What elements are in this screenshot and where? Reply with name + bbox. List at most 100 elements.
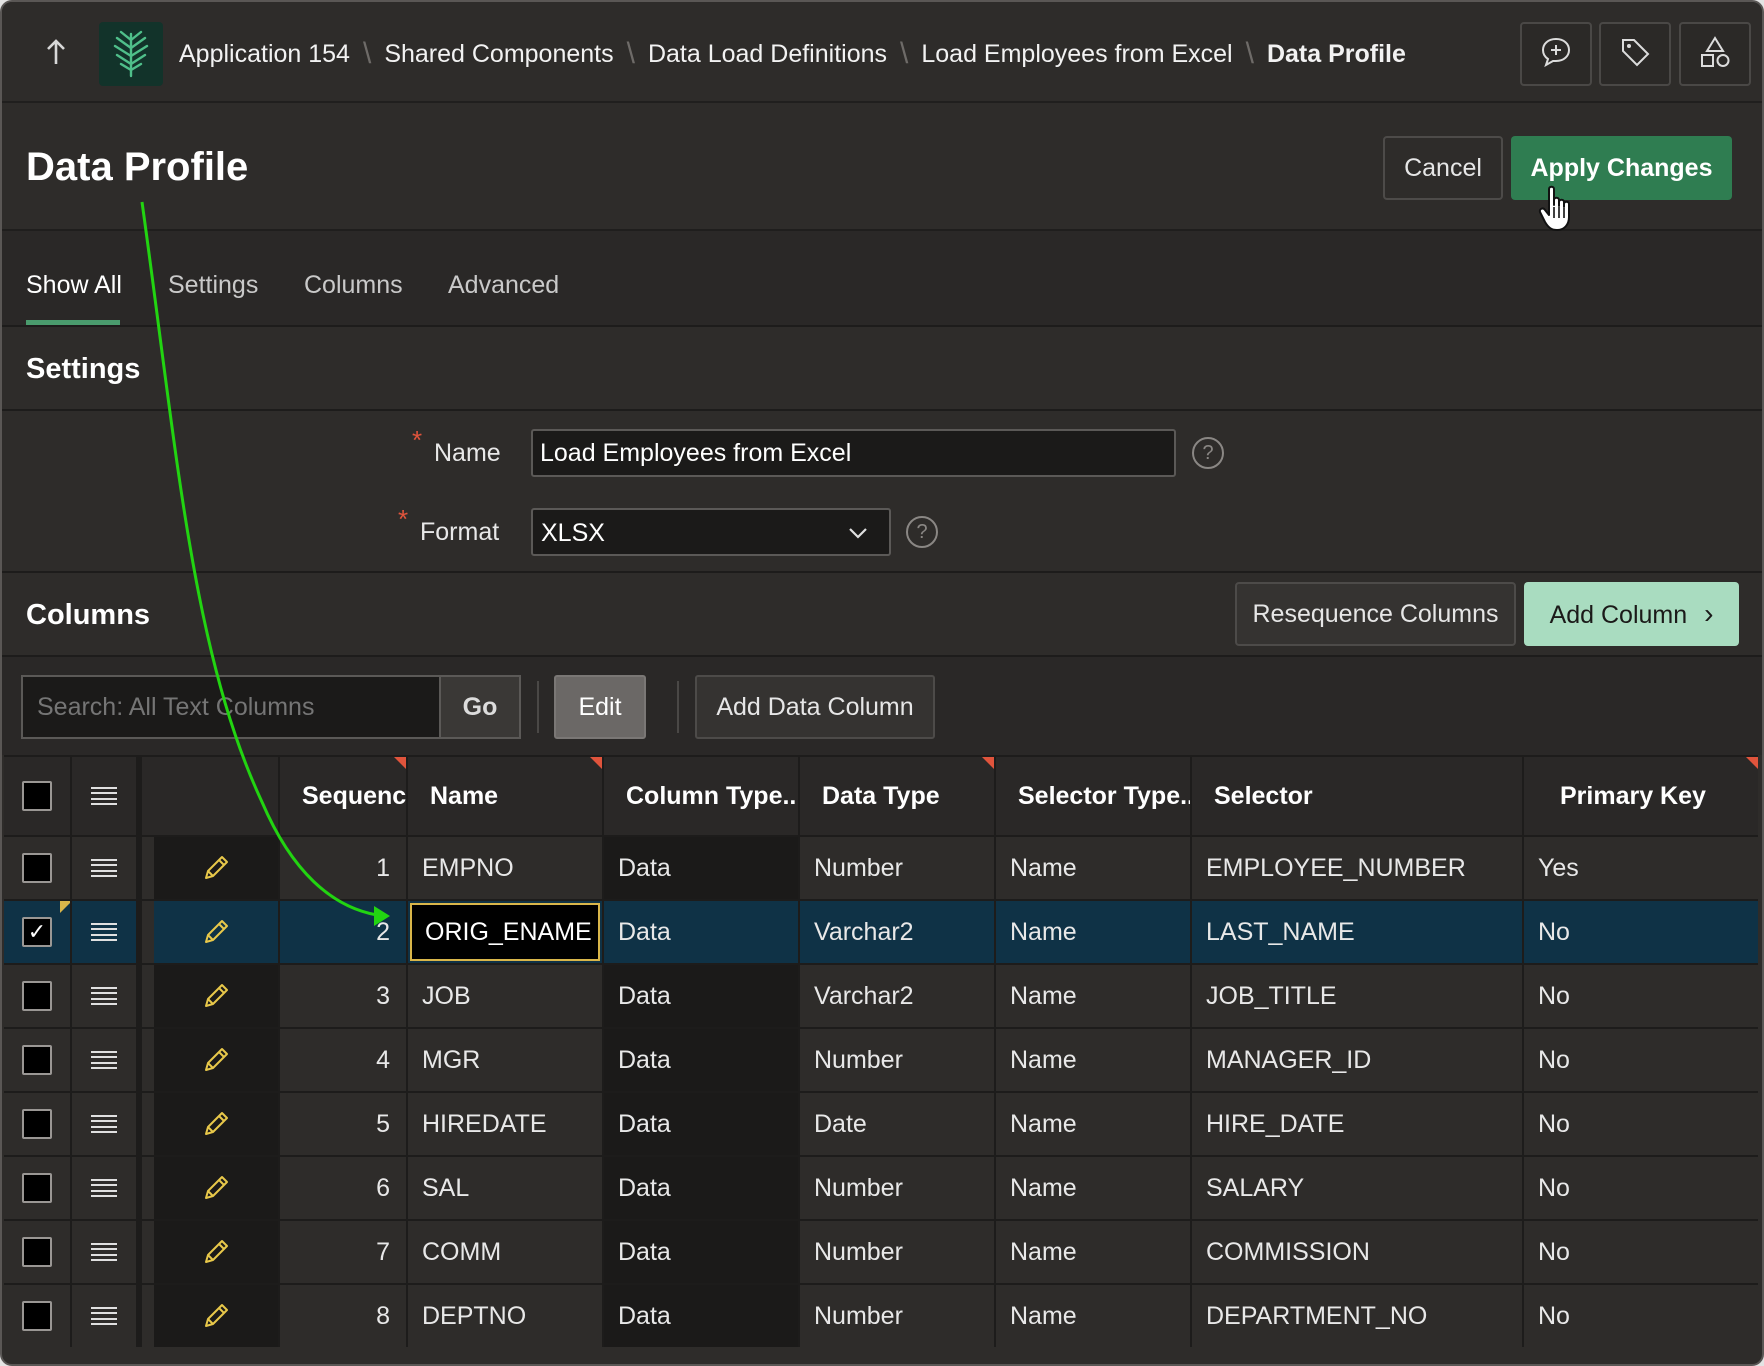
selector-type-cell[interactable]: Name xyxy=(996,901,1192,963)
column-header-name[interactable]: Name xyxy=(408,757,604,835)
cancel-button[interactable]: Cancel xyxy=(1383,136,1503,200)
row-checkbox[interactable] xyxy=(22,1237,52,1267)
selector-cell[interactable]: LAST_NAME xyxy=(1192,901,1524,963)
sequence-cell[interactable]: 7 xyxy=(280,1221,408,1283)
hamburger-icon[interactable] xyxy=(91,1307,117,1325)
data-type-cell[interactable]: Number xyxy=(800,1157,996,1219)
name-cell[interactable]: HIREDATE xyxy=(408,1093,604,1155)
selector-cell[interactable]: MANAGER_ID xyxy=(1192,1029,1524,1091)
data-type-cell[interactable]: Varchar2 xyxy=(800,965,996,1027)
data-type-cell[interactable]: Number xyxy=(800,1221,996,1283)
up-arrow-icon[interactable] xyxy=(36,32,76,72)
breadcrumb-item-load-employees[interactable]: Load Employees from Excel xyxy=(921,40,1232,69)
pencil-icon[interactable] xyxy=(198,1042,234,1078)
column-type-cell[interactable]: Data xyxy=(604,1093,800,1155)
data-type-cell[interactable]: Number xyxy=(800,1029,996,1091)
hamburger-icon[interactable] xyxy=(91,1115,117,1133)
table-row[interactable]: 4 MGR Data Number Name MANAGER_ID No xyxy=(4,1027,1758,1091)
primary-key-cell[interactable]: Yes xyxy=(1524,837,1758,899)
pencil-icon[interactable] xyxy=(198,850,234,886)
column-type-cell[interactable]: Data xyxy=(604,1285,800,1347)
selector-type-cell[interactable]: Name xyxy=(996,1093,1192,1155)
row-checkbox[interactable] xyxy=(22,1173,52,1203)
add-comment-button[interactable] xyxy=(1520,22,1592,86)
shared-components-button[interactable] xyxy=(1679,22,1751,86)
data-type-cell[interactable]: Date xyxy=(800,1093,996,1155)
row-checkbox[interactable] xyxy=(22,1045,52,1075)
sequence-cell[interactable]: 1 xyxy=(280,837,408,899)
name-cell[interactable]: EMPNO xyxy=(408,837,604,899)
name-cell[interactable]: ORIG_ENAME xyxy=(408,901,604,963)
column-type-cell[interactable]: Data xyxy=(604,837,800,899)
search-input[interactable] xyxy=(21,675,441,739)
selector-type-cell[interactable]: Name xyxy=(996,837,1192,899)
hamburger-icon[interactable] xyxy=(91,923,117,941)
column-type-cell[interactable]: Data xyxy=(604,1157,800,1219)
table-row[interactable]: 8 DEPTNO Data Number Name DEPARTMENT_NO … xyxy=(4,1283,1758,1347)
primary-key-cell[interactable]: No xyxy=(1524,901,1758,963)
column-header-column-type[interactable]: Column Type... xyxy=(604,757,800,835)
table-row[interactable]: 5 HIREDATE Data Date Name HIRE_DATE No xyxy=(4,1091,1758,1155)
selector-cell[interactable]: EMPLOYEE_NUMBER xyxy=(1192,837,1524,899)
sequence-cell[interactable]: 4 xyxy=(280,1029,408,1091)
breadcrumb-item-shared-components[interactable]: Shared Components xyxy=(384,40,613,69)
hamburger-icon[interactable] xyxy=(91,1243,117,1261)
table-row[interactable]: ✓ 2 ORIG_ENAME Data Varchar2 Name LAST_N… xyxy=(4,899,1758,963)
tab-advanced[interactable]: Advanced xyxy=(448,271,559,300)
format-help-icon[interactable]: ? xyxy=(906,516,938,548)
primary-key-cell[interactable]: No xyxy=(1524,965,1758,1027)
selector-type-cell[interactable]: Name xyxy=(996,1029,1192,1091)
select-all-checkbox[interactable] xyxy=(22,781,52,811)
primary-key-cell[interactable]: No xyxy=(1524,1285,1758,1347)
column-type-cell[interactable]: Data xyxy=(604,901,800,963)
row-checkbox[interactable] xyxy=(22,853,52,883)
column-header-selector-type[interactable]: Selector Type... xyxy=(996,757,1192,835)
column-header-data-type[interactable]: Data Type xyxy=(800,757,996,835)
name-cell[interactable]: DEPTNO xyxy=(408,1285,604,1347)
pencil-icon[interactable] xyxy=(198,1170,234,1206)
selector-cell[interactable]: COMMISSION xyxy=(1192,1221,1524,1283)
hamburger-icon[interactable] xyxy=(91,1051,117,1069)
selector-type-cell[interactable]: Name xyxy=(996,1157,1192,1219)
hamburger-icon[interactable] xyxy=(91,859,117,877)
column-type-cell[interactable]: Data xyxy=(604,1221,800,1283)
name-cell-editor[interactable]: ORIG_ENAME xyxy=(410,903,600,961)
selector-type-cell[interactable]: Name xyxy=(996,1221,1192,1283)
primary-key-cell[interactable]: No xyxy=(1524,1093,1758,1155)
row-checkbox[interactable]: ✓ xyxy=(22,917,52,947)
hamburger-icon[interactable] xyxy=(91,787,117,805)
pencil-icon[interactable] xyxy=(198,914,234,950)
data-type-cell[interactable]: Number xyxy=(800,837,996,899)
name-cell[interactable]: COMM xyxy=(408,1221,604,1283)
column-header-primary-key[interactable]: Primary Key xyxy=(1524,757,1758,835)
sequence-cell[interactable]: 3 xyxy=(280,965,408,1027)
selector-cell[interactable]: SALARY xyxy=(1192,1157,1524,1219)
go-button[interactable]: Go xyxy=(439,675,521,739)
sequence-cell[interactable]: 6 xyxy=(280,1157,408,1219)
tree-logo-icon[interactable] xyxy=(99,22,163,86)
data-type-cell[interactable]: Number xyxy=(800,1285,996,1347)
table-row[interactable]: 7 COMM Data Number Name COMMISSION No xyxy=(4,1219,1758,1283)
sequence-cell[interactable]: 5 xyxy=(280,1093,408,1155)
table-row[interactable]: 6 SAL Data Number Name SALARY No xyxy=(4,1155,1758,1219)
resequence-columns-button[interactable]: Resequence Columns xyxy=(1235,582,1516,646)
selector-type-cell[interactable]: Name xyxy=(996,1285,1192,1347)
column-header-sequence[interactable]: Sequence xyxy=(280,757,408,835)
selector-cell[interactable]: JOB_TITLE xyxy=(1192,965,1524,1027)
data-type-cell[interactable]: Varchar2 xyxy=(800,901,996,963)
row-checkbox[interactable] xyxy=(22,1301,52,1331)
pencil-icon[interactable] xyxy=(198,1106,234,1142)
pencil-icon[interactable] xyxy=(198,1234,234,1270)
tab-show-all[interactable]: Show All xyxy=(26,271,122,300)
name-field[interactable] xyxy=(531,429,1176,477)
hamburger-icon[interactable] xyxy=(91,987,117,1005)
selector-cell[interactable]: DEPARTMENT_NO xyxy=(1192,1285,1524,1347)
selector-cell[interactable]: HIRE_DATE xyxy=(1192,1093,1524,1155)
name-cell[interactable]: SAL xyxy=(408,1157,604,1219)
tab-columns[interactable]: Columns xyxy=(304,271,403,300)
edit-button[interactable]: Edit xyxy=(554,675,646,739)
breadcrumb-item-application[interactable]: Application 154 xyxy=(179,40,350,69)
name-cell[interactable]: MGR xyxy=(408,1029,604,1091)
hamburger-icon[interactable] xyxy=(91,1179,117,1197)
name-help-icon[interactable]: ? xyxy=(1192,437,1224,469)
